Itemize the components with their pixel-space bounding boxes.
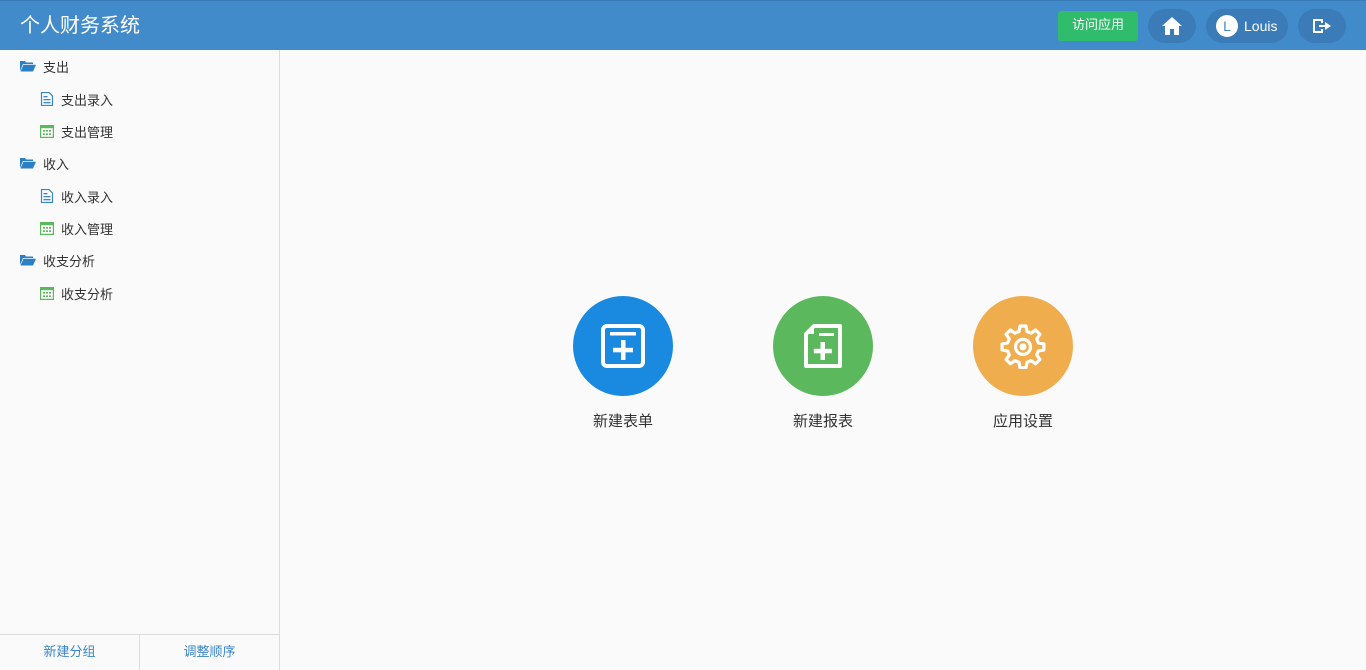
logout-icon [1313, 19, 1331, 33]
new-report-label[interactable]: 新建报表 [763, 410, 883, 431]
folder-open-icon [20, 61, 36, 72]
reorder-button[interactable]: 调整顺序 [139, 635, 279, 670]
app-title: 个人财务系统 [20, 13, 140, 37]
app-settings-action[interactable]: 应用设置 [963, 296, 1083, 431]
sidebar-group-label: 支出 [43, 60, 70, 76]
logout-button[interactable] [1298, 9, 1346, 43]
new-form-circle[interactable] [573, 296, 673, 396]
table-icon [40, 286, 54, 300]
form-icon [40, 92, 54, 106]
user-name: Louis [1244, 18, 1278, 34]
new-report-circle[interactable] [773, 296, 873, 396]
table-icon [40, 124, 54, 138]
new-report-action[interactable]: 新建报表 [763, 296, 883, 431]
app-settings-label[interactable]: 应用设置 [963, 410, 1083, 431]
sidebar-item-expense-manage[interactable]: 支出管理 [0, 115, 279, 147]
sidebar-item-label: 支出管理 [61, 125, 114, 141]
sidebar-item-expense-entry[interactable]: 支出录入 [0, 83, 279, 115]
new-group-button[interactable]: 新建分组 [0, 635, 139, 670]
sidebar-group-expense[interactable]: 支出 [0, 50, 279, 82]
avatar: L [1216, 15, 1238, 37]
home-icon [1162, 17, 1182, 35]
sidebar-group-income[interactable]: 收入 [0, 147, 279, 179]
app-header: 个人财务系统 访问应用 L Louis [0, 0, 1366, 50]
sidebar-group-label: 收支分析 [43, 254, 96, 270]
sidebar-item-income-entry[interactable]: 收入录入 [0, 180, 279, 212]
sidebar-item-label: 收入管理 [61, 222, 114, 238]
user-menu-button[interactable]: L Louis [1206, 9, 1288, 43]
folder-open-icon [20, 255, 36, 266]
sidebar-group-analysis[interactable]: 收支分析 [0, 244, 279, 276]
new-report-icon [804, 324, 842, 368]
table-icon [40, 221, 54, 235]
sidebar-item-label: 支出录入 [61, 93, 114, 109]
sidebar-item-label: 收支分析 [61, 287, 114, 303]
new-form-action[interactable]: 新建表单 [563, 296, 683, 431]
sidebar-group-label: 收入 [43, 157, 70, 173]
new-form-label[interactable]: 新建表单 [563, 410, 683, 431]
sidebar: 支出 支出录入 支出管理 收入 收入录入 收入管理 收支分析 收支分析 新建分组… [0, 50, 280, 670]
app-settings-circle[interactable] [973, 296, 1073, 396]
sidebar-footer: 新建分组 调整顺序 [0, 634, 279, 670]
sidebar-item-income-manage[interactable]: 收入管理 [0, 212, 279, 244]
form-icon [40, 189, 54, 203]
new-form-icon [601, 324, 645, 368]
visit-app-button[interactable]: 访问应用 [1058, 11, 1138, 41]
sidebar-item-analysis[interactable]: 收支分析 [0, 277, 279, 309]
sidebar-item-label: 收入录入 [61, 190, 114, 206]
folder-open-icon [20, 158, 36, 169]
home-button[interactable] [1148, 9, 1196, 43]
gear-icon [1000, 324, 1046, 369]
